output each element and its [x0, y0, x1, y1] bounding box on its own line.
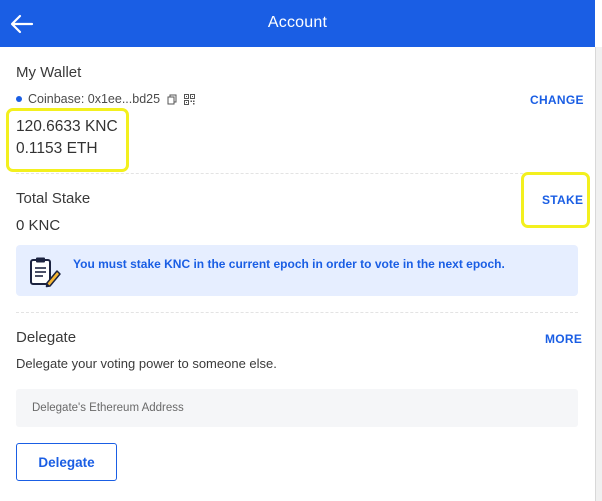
section-divider [16, 173, 578, 174]
more-button[interactable]: MORE [545, 332, 582, 346]
stake-amount: 0 KNC [16, 217, 61, 234]
wallet-provider-address: Coinbase: 0x1ee...bd25 [28, 92, 161, 106]
delegate-address-input[interactable] [16, 389, 578, 427]
stake-notice-text: You must stake KNC in the current epoch … [73, 257, 505, 271]
knc-balance: 120.6633 KNC [16, 118, 118, 135]
connected-dot [16, 96, 22, 102]
delegate-title: Delegate [16, 329, 77, 346]
change-wallet-button[interactable]: CHANGE [530, 93, 584, 107]
stake-notice: You must stake KNC in the current epoch … [16, 245, 578, 296]
wallet-address-line: Coinbase: 0x1ee...bd25 [16, 91, 196, 107]
stake-title: Total Stake [16, 190, 91, 207]
wallet-title: My Wallet [16, 64, 82, 81]
eth-balance: 0.1153 ETH [16, 140, 98, 157]
scrollbar-track[interactable] [595, 47, 602, 501]
page-title: Account [267, 14, 328, 31]
app-header: Account [0, 0, 595, 47]
qr-code-icon[interactable] [184, 93, 196, 105]
copy-icon[interactable] [167, 94, 178, 105]
delegate-button[interactable]: Delegate [16, 443, 117, 481]
clipboard-pencil-icon [30, 257, 61, 288]
delegate-description: Delegate your voting power to someone el… [16, 356, 277, 371]
stake-button[interactable]: STAKE [542, 193, 583, 207]
section-divider [16, 312, 578, 313]
